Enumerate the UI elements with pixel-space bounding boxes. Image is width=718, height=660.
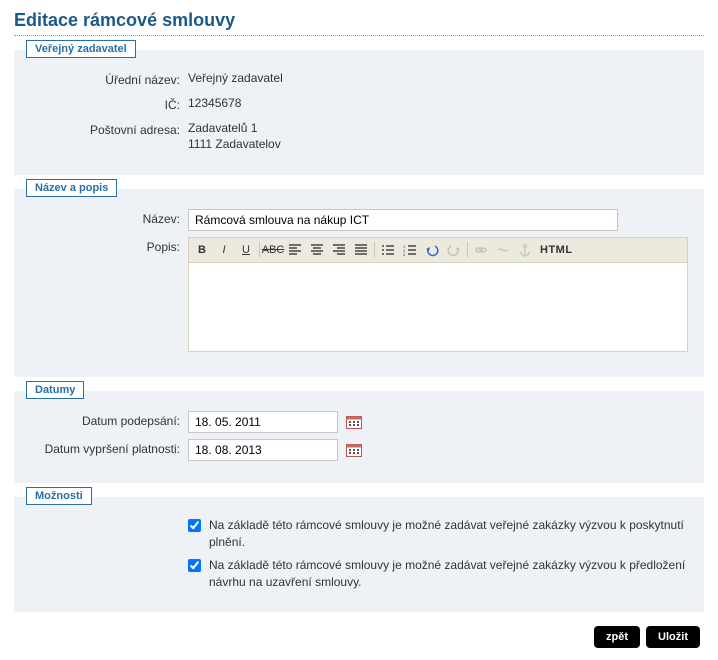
fieldset-moznosti: Možnosti Na základě této rámcové smlouvy… <box>14 497 704 612</box>
italic-button[interactable]: I <box>213 240 235 260</box>
option-row-2: Na základě této rámcové smlouvy je možné… <box>188 557 690 591</box>
row-popis: Popis: B I U ABC <box>28 237 690 355</box>
row-datum-podepsani: Datum podepsání: <box>28 411 690 433</box>
value-adresa: Zadavatelů 1 1111 Zadavatelov <box>188 120 690 154</box>
toolbar-sep <box>374 242 375 258</box>
align-right-button[interactable] <box>328 240 350 260</box>
unordered-list-button[interactable] <box>377 240 399 260</box>
legend-datumy: Datumy <box>26 381 84 399</box>
strikethrough-button[interactable]: ABC <box>262 240 284 260</box>
ordered-list-button[interactable]: 123 <box>399 240 421 260</box>
align-left-button[interactable] <box>284 240 306 260</box>
label-nazev: Název: <box>28 209 188 228</box>
fieldset-nazev-popis: Název a popis Název: Popis: B I U ABC <box>14 189 704 377</box>
legend-zadavatel: Veřejný zadavatel <box>26 40 136 58</box>
option-row-1: Na základě této rámcové smlouvy je možné… <box>188 517 690 551</box>
legend-moznosti: Možnosti <box>26 487 92 505</box>
calendar-icon[interactable] <box>346 443 362 457</box>
row-nazev: Název: <box>28 209 690 231</box>
legend-nazev-popis: Název a popis <box>26 179 117 197</box>
anchor-button[interactable] <box>514 240 536 260</box>
toolbar-sep <box>259 242 260 258</box>
label-datum-podepsani: Datum podepsání: <box>28 411 188 430</box>
fieldset-zadavatel: Veřejný zadavatel Úřední název: Veřejný … <box>14 50 704 175</box>
label-adresa: Poštovní adresa: <box>28 120 188 139</box>
nazev-input[interactable] <box>188 209 618 231</box>
fieldset-datumy: Datumy Datum podepsání: Datum vypršení p… <box>14 391 704 483</box>
title-divider <box>14 35 704 36</box>
row-uredni-nazev: Úřední název: Veřejný zadavatel <box>28 70 690 89</box>
undo-button[interactable] <box>421 240 443 260</box>
align-justify-button[interactable] <box>350 240 372 260</box>
row-datum-vyprseni: Datum vypršení platnosti: <box>28 439 690 461</box>
option-1-label: Na základě této rámcové smlouvy je možné… <box>209 517 690 551</box>
label-datum-vyprseni: Datum vypršení platnosti: <box>28 439 188 458</box>
bold-button[interactable]: B <box>191 240 213 260</box>
editor-toolbar: B I U ABC <box>188 237 688 262</box>
option-2-label: Na základě této rámcové smlouvy je možné… <box>209 557 690 591</box>
value-uredni-nazev: Veřejný zadavatel <box>188 70 690 87</box>
html-source-button[interactable]: HTML <box>536 240 577 260</box>
row-ic: IČ: 12345678 <box>28 95 690 114</box>
page-title: Editace rámcové smlouvy <box>14 10 704 31</box>
redo-button[interactable] <box>443 240 465 260</box>
button-bar: zpět Uložit <box>14 626 704 648</box>
datum-vyprseni-input[interactable] <box>188 439 338 461</box>
value-adresa-line2: 1111 Zadavatelov <box>188 137 281 151</box>
label-ic: IČ: <box>28 95 188 114</box>
link-button[interactable] <box>470 240 492 260</box>
option-1-checkbox[interactable] <box>188 519 201 532</box>
back-button[interactable]: zpět <box>594 626 640 648</box>
underline-button[interactable]: U <box>235 240 257 260</box>
option-2-checkbox[interactable] <box>188 559 201 572</box>
popis-textarea[interactable] <box>188 262 688 352</box>
save-button[interactable]: Uložit <box>646 626 700 648</box>
align-center-button[interactable] <box>306 240 328 260</box>
svg-text:3: 3 <box>403 252 406 257</box>
datum-podepsani-input[interactable] <box>188 411 338 433</box>
label-popis: Popis: <box>28 237 188 256</box>
value-ic: 12345678 <box>188 95 690 112</box>
value-adresa-line1: Zadavatelů 1 <box>188 121 257 135</box>
unlink-button[interactable] <box>492 240 514 260</box>
row-adresa: Poštovní adresa: Zadavatelů 1 1111 Zadav… <box>28 120 690 154</box>
label-uredni-nazev: Úřední název: <box>28 70 188 89</box>
toolbar-sep <box>467 242 468 258</box>
calendar-icon[interactable] <box>346 415 362 429</box>
